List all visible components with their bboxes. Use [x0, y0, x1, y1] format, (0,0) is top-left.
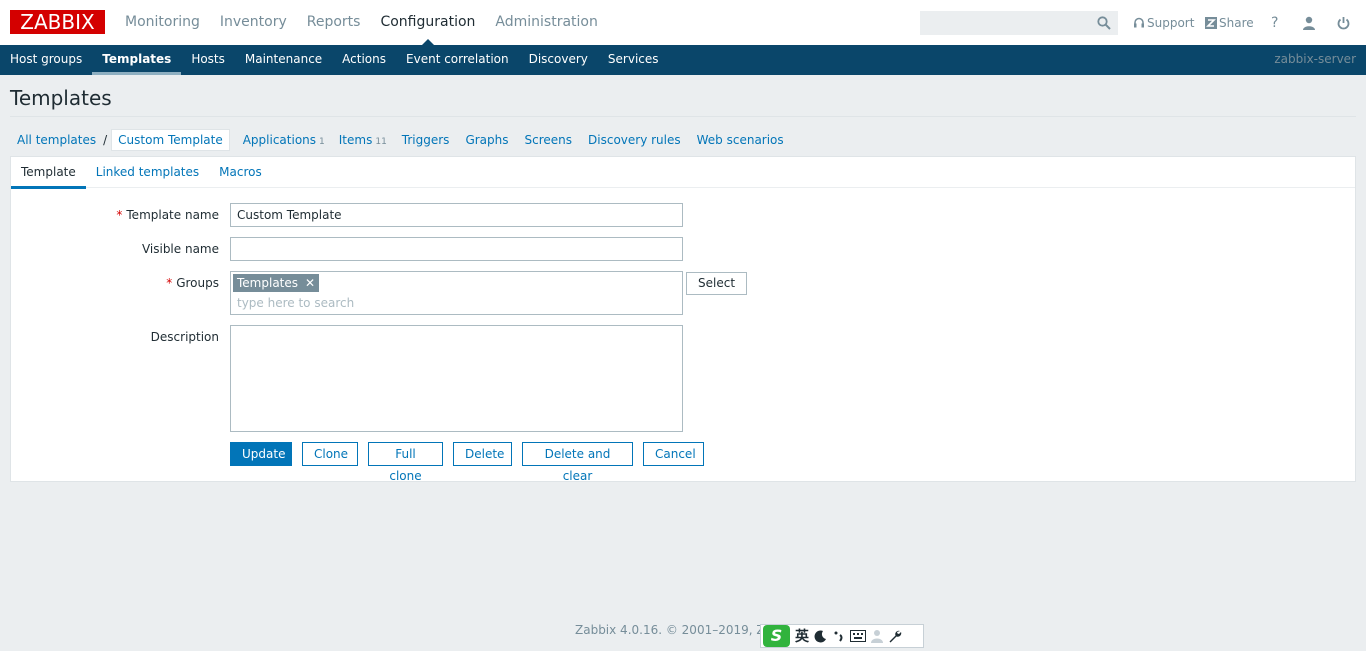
keyboard-icon[interactable]: [850, 630, 866, 642]
full-clone-button[interactable]: Full clone: [368, 442, 443, 483]
groups-label: * Groups: [166, 276, 219, 290]
delete-and-clear-button[interactable]: Delete and clear: [522, 442, 633, 483]
page-title: Templates: [10, 86, 112, 110]
groups-multiselect[interactable]: Templates ✕ type here to search: [230, 271, 683, 315]
sub-menu-event-correlation[interactable]: Event correlation: [396, 45, 519, 75]
delete-button[interactable]: Delete: [453, 442, 512, 466]
description-label: Description: [150, 330, 219, 344]
breadcrumb-items[interactable]: Items 11: [332, 133, 394, 147]
help-icon[interactable]: ?: [1271, 0, 1278, 45]
breadcrumb-all-templates[interactable]: All templates: [10, 133, 103, 147]
breadcrumb-screens[interactable]: Screens: [517, 133, 581, 147]
user-icon[interactable]: [871, 629, 883, 643]
group-tag-templates: Templates ✕: [233, 274, 320, 292]
visible-name-label: Visible name: [141, 242, 219, 256]
support-label: Support: [1147, 15, 1195, 30]
sub-menu-actions[interactable]: Actions: [332, 45, 396, 75]
sign-out-icon[interactable]: [1337, 0, 1350, 45]
breadcrumb: All templates / Custom Template Applicat…: [10, 128, 792, 151]
sub-menu-bar: Host groups Templates Hosts Maintenance …: [0, 45, 1366, 75]
sub-menu-services[interactable]: Services: [598, 45, 669, 75]
description-textarea[interactable]: [230, 325, 683, 432]
template-name-label: * Template name: [116, 208, 219, 222]
cancel-button[interactable]: Cancel: [643, 442, 704, 466]
footer-copyright: Zabbix 4.0.16. © 2001–2019, Zabbi: [575, 623, 791, 637]
tab-linked-templates[interactable]: Linked templates: [86, 157, 209, 188]
clone-button[interactable]: Clone: [302, 442, 358, 466]
breadcrumb-applications[interactable]: Applications 1: [236, 133, 332, 147]
template-name-label-text: Template name: [126, 208, 219, 222]
sub-menu: Host groups Templates Hosts Maintenance …: [0, 45, 669, 75]
title-divider: [10, 116, 1356, 117]
share-label: Share: [1219, 15, 1254, 30]
template-name-input[interactable]: [230, 203, 683, 227]
support-link[interactable]: Support: [1133, 0, 1194, 45]
breadcrumb-triggers[interactable]: Triggers: [394, 133, 458, 147]
wrench-icon[interactable]: [888, 629, 902, 643]
zabbix-logo[interactable]: ZABBIX: [10, 10, 105, 34]
top-bar: ZABBIX Monitoring Inventory Reports Conf…: [0, 0, 1366, 45]
share-link[interactable]: Share: [1205, 0, 1254, 45]
items-count: 11: [375, 136, 387, 147]
required-mark: *: [116, 208, 123, 222]
sub-menu-discovery[interactable]: Discovery: [519, 45, 598, 75]
headset-icon: [1134, 17, 1144, 27]
groups-select-button[interactable]: Select: [686, 272, 748, 295]
form-tabs: Template Linked templates Macros: [11, 157, 1355, 189]
sub-menu-hosts[interactable]: Hosts: [181, 45, 235, 75]
breadcrumb-web-scenarios[interactable]: Web scenarios: [689, 133, 792, 147]
sogou-logo-icon[interactable]: S: [763, 625, 790, 647]
breadcrumb-graphs[interactable]: Graphs: [457, 133, 516, 147]
main-menu-inventory[interactable]: Inventory: [210, 0, 297, 45]
main-menu-administration[interactable]: Administration: [485, 0, 607, 45]
sub-menu-host-groups[interactable]: Host groups: [0, 45, 92, 75]
main-menu: Monitoring Inventory Reports Configurati…: [115, 0, 608, 45]
groups-search-placeholder[interactable]: type here to search: [237, 296, 354, 310]
main-menu-configuration[interactable]: Configuration: [370, 0, 485, 45]
breadcrumb-discovery-rules[interactable]: Discovery rules: [580, 133, 689, 147]
tab-template[interactable]: Template: [11, 157, 86, 189]
update-button[interactable]: Update: [230, 442, 292, 466]
group-tag-label: Templates: [237, 276, 299, 290]
applications-count: 1: [319, 136, 325, 147]
server-name: zabbix-server: [1274, 52, 1356, 66]
ime-language-toggle[interactable]: 英: [795, 626, 809, 646]
breadcrumb-items-label: Items: [338, 132, 373, 147]
sub-menu-templates[interactable]: Templates: [92, 45, 182, 75]
main-menu-reports[interactable]: Reports: [297, 0, 371, 45]
template-form-panel: Template Linked templates Macros * Templa…: [10, 156, 1356, 483]
ime-toolbar[interactable]: S 英: [760, 624, 924, 648]
moon-icon[interactable]: [814, 629, 828, 643]
sub-menu-maintenance[interactable]: Maintenance: [235, 45, 332, 75]
required-mark: *: [166, 276, 173, 290]
punctuation-icon[interactable]: [833, 629, 845, 643]
user-profile-icon[interactable]: [1302, 0, 1316, 45]
breadcrumb-current-template[interactable]: Custom Template: [111, 128, 230, 151]
search-input[interactable]: [920, 11, 1118, 35]
breadcrumb-applications-label: Applications: [242, 132, 317, 147]
main-menu-monitoring[interactable]: Monitoring: [115, 0, 210, 45]
visible-name-input[interactable]: [230, 237, 683, 261]
search-icon[interactable]: [1097, 16, 1111, 30]
groups-label-text: Groups: [176, 276, 219, 290]
breadcrumb-separator: /: [103, 132, 108, 147]
tab-macros[interactable]: Macros: [209, 157, 272, 188]
share-z-icon: [1205, 16, 1217, 29]
remove-tag-icon[interactable]: ✕: [305, 274, 315, 292]
